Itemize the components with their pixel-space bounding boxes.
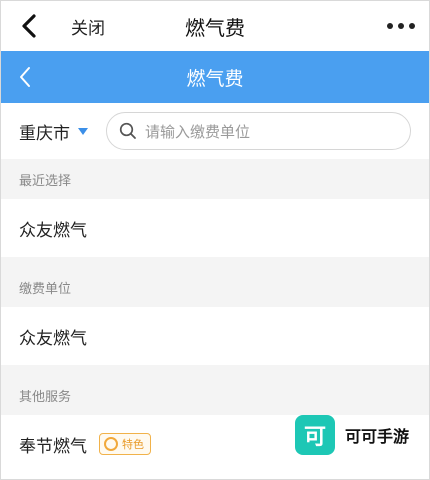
badge-icon [104, 437, 118, 451]
feature-badge: 特色 [99, 433, 151, 455]
section-heading-other: 其他服务 [1, 375, 429, 415]
section-divider [1, 365, 429, 375]
top-nav-bar: 关闭 燃气费 [1, 1, 429, 51]
badge-label: 特色 [122, 438, 144, 451]
list-item-recent[interactable]: 众友燃气 [1, 199, 429, 257]
close-button[interactable]: 关闭 [71, 14, 105, 39]
watermark-text: 可可手游 [344, 427, 409, 446]
list-item-label: 奉节燃气 [19, 436, 87, 457]
page-title: 燃气费 [185, 15, 245, 40]
search-input[interactable]: 请输入缴费单位 [106, 112, 411, 150]
search-row: 重庆市 请输入缴费单位 [1, 103, 429, 159]
header-back-button[interactable] [13, 65, 37, 89]
section-heading-recent: 最近选择 [1, 159, 429, 199]
section-divider [1, 257, 429, 267]
city-selector[interactable]: 重庆市 [19, 119, 88, 144]
search-icon [119, 122, 136, 139]
header-title: 燃气费 [186, 67, 244, 90]
list-item-unit[interactable]: 众友燃气 [1, 307, 429, 365]
watermark-logo: 可 [294, 415, 335, 455]
chevron-left-icon [20, 67, 30, 87]
watermark: 可 可可手游 [294, 415, 409, 455]
search-placeholder: 请输入缴费单位 [145, 122, 251, 141]
section-heading-units: 缴费单位 [1, 267, 429, 307]
chevron-left-icon [22, 14, 36, 38]
more-options-icon[interactable] [387, 23, 415, 29]
back-button[interactable] [15, 12, 43, 40]
city-label: 重庆市 [19, 123, 70, 144]
caret-down-icon [78, 127, 88, 135]
service-header: 燃气费 [1, 51, 429, 103]
